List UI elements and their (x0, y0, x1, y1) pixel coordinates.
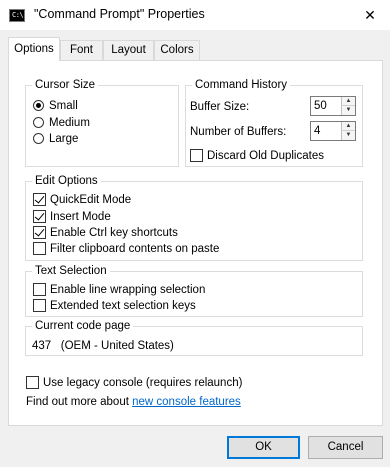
close-icon: ✕ (364, 7, 376, 23)
find-out-more-text: Find out more about (26, 396, 133, 408)
close-button[interactable]: ✕ (350, 0, 390, 30)
legacy-console-checkbox[interactable]: Use legacy console (requires relaunch) (26, 375, 242, 390)
command-history-title: Command History (192, 78, 291, 92)
new-console-features-link[interactable]: new console features (132, 396, 241, 408)
ctrl-shortcuts-label: Enable Ctrl key shortcuts (50, 226, 178, 239)
filter-clipboard-label: Filter clipboard contents on paste (50, 242, 220, 255)
radio-selected-icon[interactable] (33, 100, 44, 111)
cursor-small-label: Small (49, 99, 78, 112)
checkbox-icon[interactable] (190, 149, 203, 162)
quickedit-checkbox[interactable]: QuickEdit Mode (33, 192, 131, 207)
cancel-button[interactable]: Cancel (308, 436, 383, 459)
buffer-size-input[interactable] (311, 97, 342, 115)
quickedit-label: QuickEdit Mode (50, 193, 132, 206)
discard-duplicates-checkbox[interactable]: Discard Old Duplicates (190, 148, 324, 163)
spin-up-icon[interactable]: ▲ (341, 97, 355, 106)
checkbox-icon[interactable] (33, 283, 46, 296)
filter-clipboard-checkbox[interactable]: Filter clipboard contents on paste (33, 241, 219, 256)
tab-options[interactable]: Options (8, 37, 60, 61)
checkbox-checked-icon[interactable] (33, 193, 46, 206)
tab-layout[interactable]: Layout (103, 40, 154, 60)
checkbox-icon[interactable] (33, 299, 46, 312)
ok-button[interactable]: OK (227, 436, 300, 459)
num-buffers-stepper[interactable]: ▲ ▼ (310, 121, 356, 141)
code-page-title: Current code page (32, 319, 134, 333)
spin-down-icon[interactable]: ▼ (341, 131, 355, 140)
line-wrapping-label: Enable line wrapping selection (50, 283, 206, 296)
num-buffers-label: Number of Buffers: (190, 126, 287, 138)
code-page-value: 437 (OEM - United States) (32, 340, 174, 352)
options-panel: Cursor Size Small Medium Large Command H… (8, 60, 383, 426)
cursor-medium-radio[interactable]: Medium (33, 115, 90, 130)
extended-keys-checkbox[interactable]: Extended text selection keys (33, 298, 196, 313)
spin-down-icon[interactable]: ▼ (341, 106, 355, 115)
title-bar: C:\ "Command Prompt" Properties ✕ (0, 0, 390, 30)
radio-icon[interactable] (33, 117, 44, 128)
checkbox-checked-icon[interactable] (33, 226, 46, 239)
buffer-size-label: Buffer Size: (190, 101, 250, 113)
line-wrapping-checkbox[interactable]: Enable line wrapping selection (33, 282, 205, 297)
code-page-group: Current code page 437 (OEM - United Stat… (25, 319, 363, 356)
edit-options-title: Edit Options (32, 174, 101, 188)
checkbox-icon[interactable] (26, 376, 39, 389)
insert-mode-checkbox[interactable]: Insert Mode (33, 209, 111, 224)
checkbox-icon[interactable] (33, 242, 46, 255)
cursor-size-title: Cursor Size (32, 78, 99, 92)
extended-keys-label: Extended text selection keys (50, 299, 196, 312)
edit-options-group: Edit Options QuickEdit Mode Insert Mode … (25, 174, 363, 261)
ctrl-shortcuts-checkbox[interactable]: Enable Ctrl key shortcuts (33, 225, 178, 240)
checkbox-checked-icon[interactable] (33, 210, 46, 223)
cursor-small-radio[interactable]: Small (33, 98, 78, 113)
command-history-group: Command History Buffer Size: ▲ ▼ Number … (185, 78, 363, 167)
find-out-more: Find out more about new console features (26, 395, 241, 409)
icon-text: C:\ (12, 11, 24, 19)
num-buffers-input[interactable] (311, 122, 342, 140)
cursor-large-label: Large (49, 132, 79, 145)
discard-duplicates-label: Discard Old Duplicates (207, 149, 324, 162)
radio-icon[interactable] (33, 133, 44, 144)
cursor-large-radio[interactable]: Large (33, 131, 78, 146)
window-title: "Command Prompt" Properties (34, 7, 205, 21)
buffer-size-stepper[interactable]: ▲ ▼ (310, 96, 356, 116)
insert-mode-label: Insert Mode (50, 210, 111, 223)
tab-colors[interactable]: Colors (154, 40, 200, 60)
text-selection-title: Text Selection (32, 264, 110, 278)
command-prompt-icon: C:\ (9, 9, 25, 22)
tab-font[interactable]: Font (60, 40, 103, 60)
text-selection-group: Text Selection Enable line wrapping sele… (25, 264, 363, 317)
legacy-console-label: Use legacy console (requires relaunch) (43, 376, 243, 389)
cursor-size-group: Cursor Size Small Medium Large (25, 78, 179, 167)
spin-up-icon[interactable]: ▲ (341, 122, 355, 131)
cursor-medium-label: Medium (49, 116, 90, 129)
